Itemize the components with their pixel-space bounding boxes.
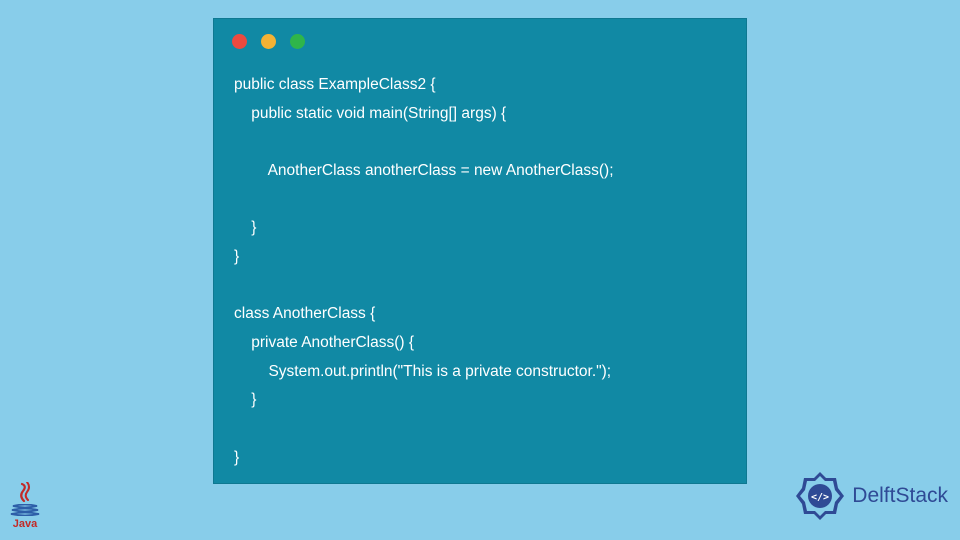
delftstack-logo: </> DelftStack <box>794 470 948 522</box>
svg-text:</>: </> <box>811 492 829 503</box>
code-line: AnotherClass anotherClass = new AnotherC… <box>234 162 614 179</box>
java-logo-text: Java <box>13 518 37 530</box>
java-cup-icon <box>10 504 40 516</box>
maximize-icon <box>290 34 305 49</box>
code-block: public class ExampleClass2 { public stat… <box>214 57 746 472</box>
delftstack-badge-icon: </> <box>794 470 846 522</box>
code-line: } <box>234 391 256 408</box>
code-line: class AnotherClass { <box>234 305 375 322</box>
window-buttons <box>214 19 746 57</box>
code-line: } <box>234 219 256 236</box>
code-line: System.out.println("This is a private co… <box>234 363 611 380</box>
java-logo: Java <box>7 482 43 534</box>
java-steam-icon <box>15 482 35 504</box>
code-line: public static void main(String[] args) { <box>234 105 506 122</box>
code-line: } <box>234 449 239 466</box>
code-line: private AnotherClass() { <box>234 334 414 351</box>
code-line: } <box>234 248 239 265</box>
code-window: public class ExampleClass2 { public stat… <box>213 18 747 484</box>
close-icon <box>232 34 247 49</box>
delftstack-logo-text: DelftStack <box>852 484 948 508</box>
code-line: public class ExampleClass2 { <box>234 76 436 93</box>
minimize-icon <box>261 34 276 49</box>
